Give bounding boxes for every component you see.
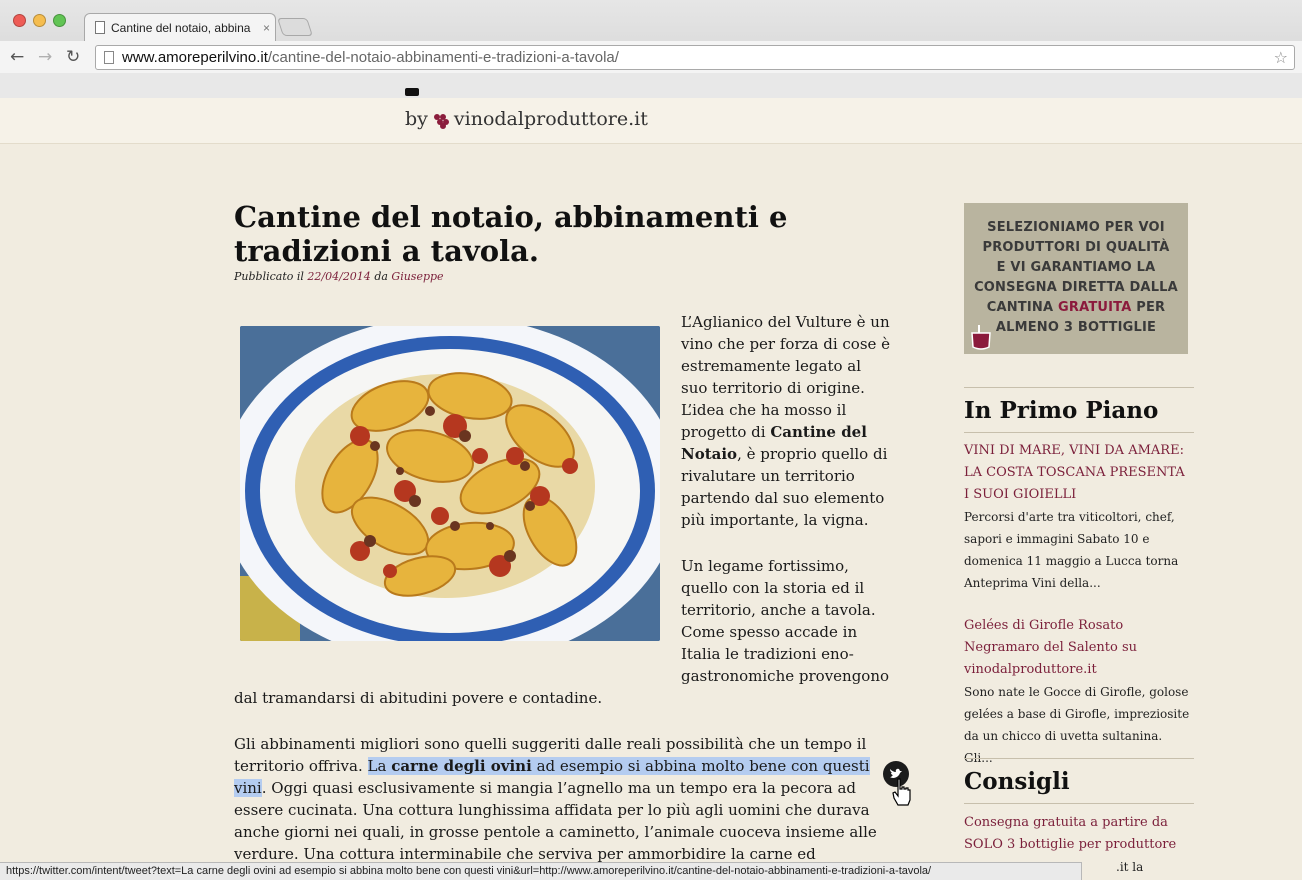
article-image-pasta <box>240 326 660 641</box>
promo-line: ALMENO 3 BOTTIGLIE <box>995 320 1157 335</box>
primo-piano-widget: In Primo Piano VINI DI MARE, VINI DA AMA… <box>964 387 1194 769</box>
grape-icon <box>433 110 450 129</box>
post2-excerpt: Sono nate le Gocce di Girofle, golose ge… <box>964 685 1190 765</box>
second-paragraph-column: Un legame fortissimo, quello con la stor… <box>681 557 890 685</box>
consiglio1-link[interactable]: Consegna gratuita a partire da SOLO 3 bo… <box>964 812 1194 856</box>
intro-text-a: L’Aglianico del Vulture è un vino che pe… <box>681 313 891 441</box>
post1-excerpt: Percorsi d'arte tra viticoltori, chef, s… <box>964 510 1179 590</box>
primo-piano-heading: In Primo Piano <box>964 397 1159 424</box>
promo-line: CONSEGNA DIRETTA DALLA <box>974 280 1178 295</box>
promo-banner[interactable]: SELEZIONIAMO PER VOI PRODUTTORI DI QUALI… <box>964 203 1188 354</box>
browser-toolbar: ← → ↻ www.amoreperilvino.it/cantine-del-… <box>0 41 1302 73</box>
promo-line: SELEZIONIAMO PER VOI <box>987 220 1165 235</box>
bookmark-star-icon[interactable]: ☆ <box>1274 48 1288 67</box>
address-bar[interactable]: www.amoreperilvino.it/cantine-del-notaio… <box>95 45 1295 70</box>
divider <box>964 803 1194 804</box>
brand-name: vinodalproduttore.it <box>453 108 648 130</box>
divider <box>964 758 1194 759</box>
promo-cantina: CANTINA <box>986 300 1054 315</box>
tab-strip: Cantine del notaio, abbina × <box>0 0 1302 41</box>
divider <box>964 387 1194 388</box>
article-meta: Pubblicato il 22/04/2014 da Giuseppe <box>234 270 884 283</box>
browser-tab-active[interactable]: Cantine del notaio, abbina × <box>84 13 276 41</box>
quote-bold: carne degli ovini <box>391 757 532 775</box>
meta-prefix: Pubblicato il <box>234 270 304 283</box>
bookmark-bar <box>0 73 1302 98</box>
article: Cantine del notaio, abbinamenti e tradiz… <box>234 200 890 880</box>
wine-glass-icon <box>971 325 991 350</box>
url-host: www.amoreperilvino.it <box>122 49 268 66</box>
divider <box>964 432 1194 433</box>
post2-link[interactable]: Gelées di Girofle Rosato Negramaro del S… <box>964 615 1194 681</box>
tab-close-icon[interactable]: × <box>263 21 270 35</box>
new-tab-button[interactable] <box>277 18 313 36</box>
promo-per: PER <box>1136 300 1166 315</box>
back-arrow-icon[interactable]: ← <box>10 47 24 67</box>
window-minimize-button[interactable] <box>33 14 46 27</box>
forward-arrow-icon[interactable]: → <box>38 47 52 67</box>
article-title: Cantine del notaio, abbinamenti e tradiz… <box>234 200 788 268</box>
hand-cursor-icon <box>892 778 911 806</box>
quote-part-a: La <box>367 757 387 775</box>
site-logo[interactable]: by vinodalproduttore.it <box>405 108 648 130</box>
site-header: by vinodalproduttore.it <box>0 88 1302 144</box>
window-maximize-button[interactable] <box>53 14 66 27</box>
status-bar-url: https://twitter.com/intent/tweet?text=La… <box>0 862 1082 880</box>
promo-line: E VI GARANTIAMO LA <box>996 260 1156 275</box>
promo-text: SELEZIONIAMO PER VOI PRODUTTORI DI QUALI… <box>964 218 1188 338</box>
page-icon <box>95 21 105 34</box>
post1-link[interactable]: VINI DI MARE, VINI DA AMARE: LA COSTA TO… <box>964 440 1194 506</box>
promo-line: PRODUTTORI DI QUALITÀ <box>982 240 1170 255</box>
consigli-heading: Consigli <box>964 768 1070 795</box>
post-date-link[interactable]: 22/04/2014 <box>307 270 370 283</box>
window-close-button[interactable] <box>13 14 26 27</box>
meta-by: da <box>374 270 388 283</box>
brand-by-label: by <box>405 108 428 130</box>
reload-icon[interactable]: ↻ <box>66 47 80 67</box>
logo-fragment <box>405 88 419 96</box>
browser-chrome: Cantine del notaio, abbina × ← → ↻ www.a… <box>0 0 1302 98</box>
second-paragraph-tail: dal tramandarsi di abitudini povere e co… <box>234 689 603 707</box>
author-link[interactable]: Giuseppe <box>391 270 443 283</box>
url-path: /cantine-del-notaio-abbinamenti-e-tradiz… <box>267 49 619 66</box>
intro-paragraph: L’Aglianico del Vulture è un vino che pe… <box>681 311 891 531</box>
promo-line: CANTINA GRATUITA PER <box>964 298 1188 318</box>
third-paragraph: Gli abbinamenti migliori sono quelli sug… <box>234 733 884 880</box>
page-icon <box>104 51 114 64</box>
promo-gratuita: GRATUITA <box>1057 300 1132 315</box>
tab-title: Cantine del notaio, abbina <box>111 20 251 35</box>
